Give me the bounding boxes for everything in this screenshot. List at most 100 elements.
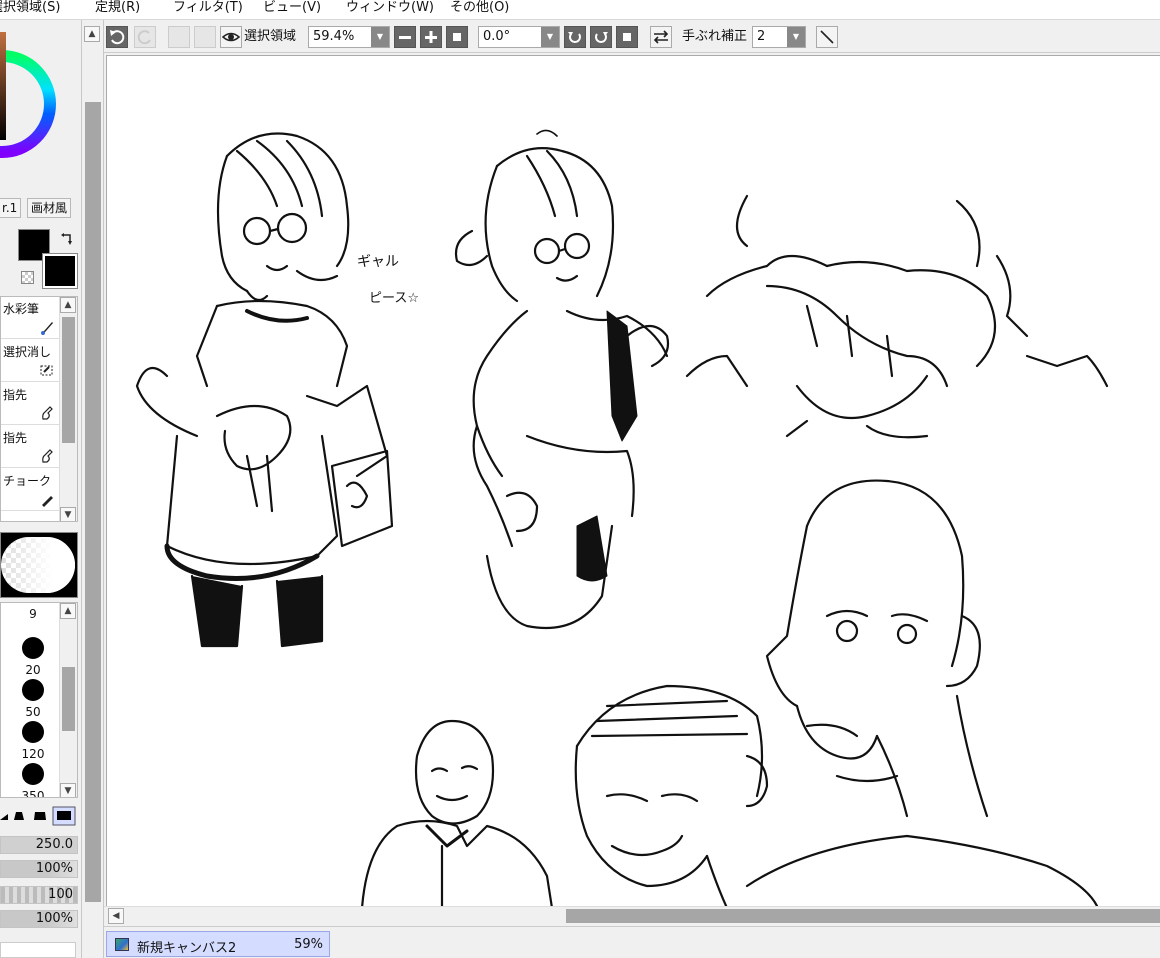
extra-field[interactable] (0, 942, 76, 958)
brush-density-value[interactable]: 100% (0, 860, 78, 878)
deselect-button[interactable] (168, 26, 190, 48)
opacity-value[interactable]: 100% (0, 910, 78, 928)
flip-horizontal-icon (653, 30, 669, 44)
tool-item[interactable]: 指先 (1, 383, 59, 425)
canvas-horizontal-scrollbar[interactable]: ◀ (104, 906, 1160, 924)
brush-tip-shapes[interactable] (0, 806, 78, 826)
menu-item-4[interactable]: ウィンドウ(W) (346, 0, 434, 20)
sketch-old-man (574, 684, 769, 907)
canvas[interactable]: ギャル ピース☆ (106, 55, 1160, 907)
brush-size-dot[interactable] (22, 721, 44, 743)
rotation-combo[interactable]: 0.0° ▼ (478, 26, 560, 48)
scroll-up-button[interactable]: ▲ (60, 603, 76, 619)
scroll-up-button[interactable]: ▲ (60, 297, 76, 313)
reset-square-icon (623, 33, 631, 41)
tool-list: チョーク 指先 指先 選択消し 水彩筆 ▲ ▼ (0, 296, 78, 522)
tool-item[interactable]: 水彩筆 (1, 297, 59, 339)
document-tab[interactable]: 新規キャンバス2 59% (106, 931, 330, 957)
menu-item-0[interactable]: 選択領域(S) (0, 0, 60, 20)
size-list-scrollbar[interactable]: ▲ ▼ (59, 603, 77, 797)
plus-icon (425, 31, 437, 43)
tab-version[interactable]: r.1 (0, 198, 22, 218)
toolbar: 選択領域 59.4% ▼ 0.0° ▼ 手ぶれ補正 2 ▼ (104, 20, 1160, 52)
brush-size-dot[interactable] (22, 637, 44, 659)
chevron-down-icon: ▼ (541, 27, 559, 47)
stabilizer-combo[interactable]: 2 ▼ (752, 26, 806, 48)
menu-item-5[interactable]: その他(O) (450, 0, 509, 20)
transparent-color-icon[interactable] (21, 271, 34, 284)
flip-horizontal-button[interactable] (650, 26, 672, 48)
zoom-reset-button[interactable] (446, 26, 468, 48)
swap-colors-icon[interactable] (60, 232, 74, 246)
rotate-cw-icon (595, 32, 608, 43)
brush-size-label[interactable]: 350 (13, 789, 53, 797)
rotation-reset-button[interactable] (616, 26, 638, 48)
brush-size-value[interactable]: 250.0 (0, 836, 78, 854)
tab-paper-texture[interactable]: 画材風 (27, 198, 72, 218)
straight-line-button[interactable] (816, 26, 838, 48)
color-wheel[interactable] (0, 20, 56, 200)
brush-size-label[interactable]: 50 (13, 705, 53, 719)
scroll-thumb[interactable] (62, 667, 75, 731)
background-color-swatch[interactable] (42, 253, 78, 289)
straight-line-icon (820, 30, 834, 44)
tool-name: 指先 (3, 388, 28, 402)
brush-shape-preview (0, 532, 78, 598)
invert-selection-button[interactable] (194, 26, 216, 48)
sketch-small-bald-man (360, 719, 553, 907)
zoom-in-button[interactable] (420, 26, 442, 48)
tool-item[interactable]: チョーク (1, 469, 59, 511)
sketch-note-gal: ギャル (357, 254, 399, 270)
tool-name: 指先 (3, 431, 28, 445)
scroll-down-button[interactable]: ▼ (60, 507, 76, 521)
redo-icon (137, 30, 151, 45)
sketch-girl-peace (135, 132, 394, 648)
redo-button[interactable] (134, 26, 156, 48)
brush-size-label[interactable]: 120 (13, 747, 53, 761)
scroll-left-button[interactable]: ◀ (108, 908, 124, 924)
menu-item-3[interactable]: ビュー(V) (263, 0, 321, 20)
rotate-ccw-icon (568, 32, 581, 43)
rotate-right-button[interactable] (590, 26, 612, 48)
tool-list-scrollbar[interactable]: ▲ ▼ (59, 297, 77, 521)
eye-icon (221, 32, 241, 42)
rotate-left-button[interactable] (564, 26, 586, 48)
canvas-document-icon (115, 938, 129, 951)
menu-bar: 選択領域(S) 定規(R) フィルタ(T) ビュー(V) ウィンドウ(W) その他(O) (0, 0, 1160, 20)
menu-item-1[interactable]: 定規(R) (95, 0, 140, 20)
scroll-thumb[interactable] (85, 102, 101, 902)
document-zoom: 59% (294, 937, 323, 952)
stabilizer-label: 手ぶれ補正 (682, 29, 748, 44)
sketch-creature (685, 194, 1109, 439)
chalk-icon (42, 496, 53, 507)
tool-item[interactable]: 指先 (1, 426, 59, 468)
scroll-thumb[interactable] (566, 909, 1160, 923)
scroll-thumb[interactable] (62, 317, 75, 443)
brush-size-dot[interactable] (22, 679, 44, 701)
reset-square-icon (453, 33, 461, 41)
show-selection-label: 選択領域 (244, 29, 297, 44)
brush-size-dot[interactable] (22, 763, 44, 785)
brush-size-label[interactable]: 9 (13, 607, 53, 621)
blend-value[interactable]: 100 (0, 886, 78, 904)
tool-name: 水彩筆 (3, 302, 40, 316)
document-name: 新規キャンバス2 (137, 941, 237, 956)
menu-item-2[interactable]: フィルタ(T) (173, 0, 243, 20)
undo-icon (110, 30, 125, 45)
scroll-up-button[interactable]: ▲ (84, 26, 100, 42)
tool-item[interactable]: 選択消し (1, 340, 59, 382)
undo-button[interactable] (106, 26, 128, 48)
tool-name: 選択消し (3, 345, 52, 359)
zoom-combo[interactable]: 59.4% ▼ (308, 26, 390, 48)
panel-scrollbar[interactable]: ▲ (82, 20, 104, 958)
eraser-selection-icon (40, 365, 53, 376)
brush-size-list: ▲ ▼ 9 20 50 120 350 (0, 602, 78, 798)
brush-size-label[interactable]: 20 (13, 663, 53, 677)
tool-name: チョーク (3, 474, 52, 488)
chevron-down-icon: ▼ (371, 27, 389, 47)
zoom-out-button[interactable] (394, 26, 416, 48)
minus-icon (399, 36, 411, 39)
show-selection-toggle[interactable] (220, 26, 242, 48)
finger-icon (42, 449, 53, 463)
scroll-down-button[interactable]: ▼ (60, 783, 76, 797)
